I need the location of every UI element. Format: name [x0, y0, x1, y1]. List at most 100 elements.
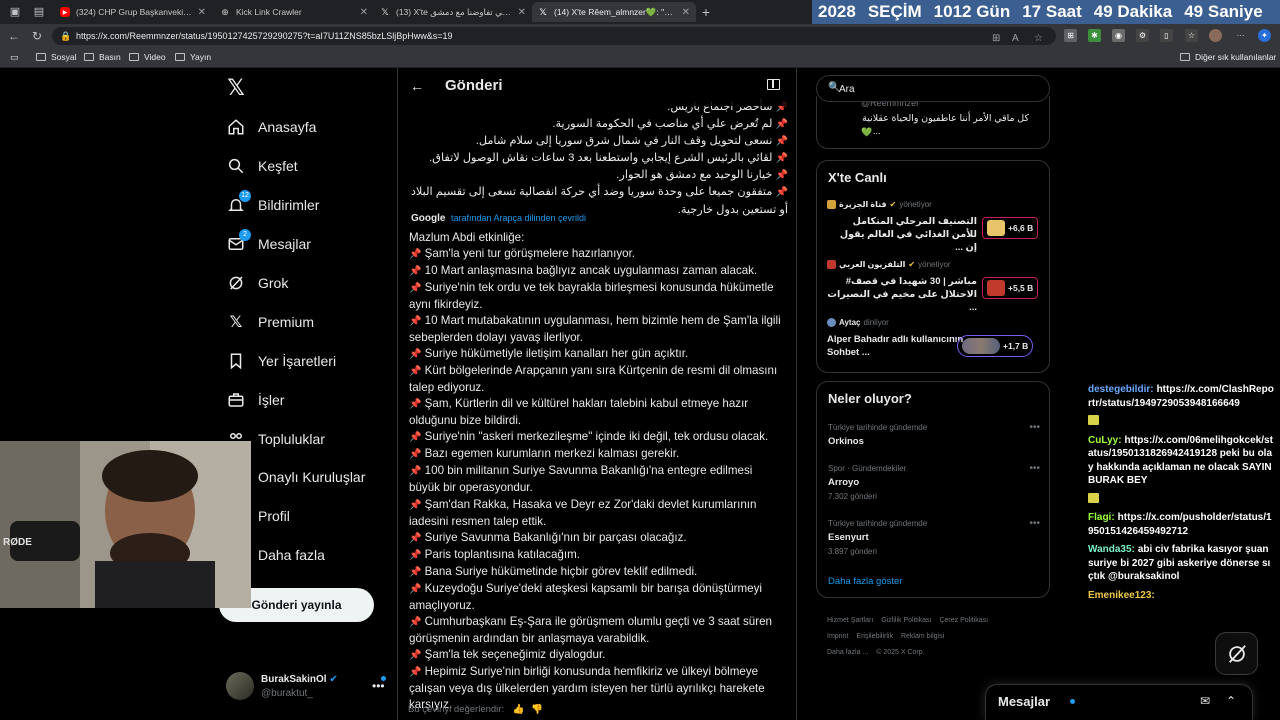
countdown-year: 2028 — [818, 2, 856, 21]
footer-link[interactable]: Daha fazla ... — [827, 649, 868, 656]
pin-icon: 📌 — [409, 616, 422, 628]
grok-button[interactable] — [1215, 632, 1258, 675]
home-icon — [226, 117, 246, 137]
tab-actions-icon[interactable]: ▤ — [32, 5, 46, 19]
footer-link[interactable]: Çerez Politikası — [939, 617, 988, 624]
live-space-item[interactable]: Aytaç dinliyor Alper Bahadır adlı kullanı… — [827, 318, 1041, 372]
menu-icon[interactable]: ⋯ — [1234, 29, 1247, 42]
x-logo-icon[interactable]: 𝕏 — [225, 77, 247, 99]
search-box[interactable]: 🔍 — [816, 75, 1050, 102]
footer-link[interactable]: Gizlilik Politikası — [881, 617, 931, 624]
close-icon[interactable]: ✕ — [360, 7, 368, 18]
live-space-item[interactable]: التلفزيون العربي ✔ yönetiyor مباشر | 30 شه… — [827, 260, 1041, 314]
listener-count-text: +5,5 B — [1008, 283, 1034, 293]
live-space-item[interactable]: قناة الجزيرة ✔ yönetiyor التصنيف المرحلي ا… — [827, 200, 1041, 254]
arabic-line: 📌 لقائي بالرئيس الشرع إيجابي واستطعنا بع… — [406, 150, 788, 167]
account-switcher[interactable]: BurakSakinOl ✔ @buraktut_ ••• — [226, 672, 388, 702]
refresh-icon[interactable]: ↻ — [30, 29, 44, 43]
translation-line: 📌 Paris toplantısına katılacağım. — [409, 547, 580, 561]
folder-icon — [36, 53, 46, 61]
favorites-icon[interactable]: ☆ — [1185, 29, 1198, 42]
messages-drawer[interactable]: Mesajlar ✉ ⌃ — [985, 684, 1253, 720]
reader-mode-icon[interactable] — [767, 79, 780, 90]
bookmark-label: Diğer sık kullanılanlar — [1195, 52, 1277, 62]
pin-icon: 📌 — [775, 119, 788, 131]
pin-icon: 📌 — [409, 549, 422, 561]
live-on-x-card: X'te Canlı قناة الجزيرة ✔ yönetiyor التصني… — [816, 160, 1050, 373]
trend-name: Arroyo — [828, 477, 860, 488]
bookmark-folder[interactable]: Yayın — [175, 52, 211, 62]
new-tab-icon[interactable]: + — [699, 5, 713, 19]
translation-line: 📌 Suriye'nin "askeri merkezileşme" içind… — [409, 430, 769, 444]
app-icon[interactable]: ⊞ — [992, 30, 1000, 45]
close-icon[interactable]: ✕ — [198, 7, 206, 18]
translation-line: olduğunu bize bildirdi. — [409, 414, 522, 428]
bookmark-folder[interactable]: Sosyal — [36, 52, 77, 62]
translation-line: amaçlıyoruz. — [409, 598, 475, 612]
x-icon: 𝕏 — [381, 6, 389, 17]
translation-source-link[interactable]: tarafından Arapça dilinden çevrildi — [451, 213, 586, 223]
footer-link[interactable]: Imprint — [827, 633, 848, 640]
url-field[interactable]: 🔒 https://x.com/Reemmnzer/status/1950127… — [52, 27, 1056, 45]
source-name: قناة الجزيرة — [839, 200, 887, 209]
expand-icon[interactable]: ⌃ — [1226, 694, 1236, 708]
footer-links: Hizmet Şartları Gizlilik Politikası Çerez … — [827, 613, 1042, 661]
search-input[interactable] — [839, 81, 1039, 97]
back-arrow-icon[interactable]: ← — [410, 78, 424, 94]
url-text: https://x.com/Reemmnzer/status/195012742… — [76, 31, 453, 41]
nav-jobs[interactable]: İşler — [226, 387, 284, 413]
nav-grok[interactable]: Grok — [226, 270, 288, 296]
bookmark-folder[interactable]: Video — [129, 52, 166, 62]
thumbs-up-icon[interactable]: 👍 — [513, 704, 525, 715]
workspaces-icon[interactable]: ▣ — [8, 5, 22, 19]
footer-link[interactable]: Hizmet Şartları — [827, 617, 873, 624]
nav-messages[interactable]: 2 Mesajlar — [226, 229, 311, 257]
tab-3-active[interactable]: 𝕏 (14) X'te Rêem_almnzer💚: "جولة" ✕ — [532, 2, 696, 22]
close-icon[interactable]: ✕ — [682, 7, 690, 18]
chat-message: Wanda35: abi civ fabrika kasıyor şuan sur… — [1088, 543, 1274, 584]
nav-label: Premium — [258, 314, 315, 330]
extension-icon[interactable]: ◉ — [1112, 29, 1125, 42]
read-aloud-icon[interactable]: A — [1012, 30, 1019, 45]
trend-item[interactable]: Türkiye tarihinde gündemde Esenyurt 3.89… — [828, 518, 1040, 556]
folder-icon — [1180, 53, 1190, 61]
copilot-icon[interactable]: ✦ — [1258, 29, 1271, 42]
tab-1[interactable]: ⊕ Kick Link Crawler ✕ — [214, 2, 374, 22]
more-icon[interactable]: ••• — [1029, 518, 1040, 529]
source-role: dinliyor — [863, 318, 889, 327]
close-icon[interactable]: ✕ — [518, 7, 526, 18]
reading-list-icon[interactable]: ▭ — [10, 52, 19, 63]
nav-label: Topluluklar — [258, 431, 325, 447]
extension-icon[interactable]: ✱ — [1088, 29, 1101, 42]
other-bookmarks[interactable]: Diğer sık kullanılanlar — [1180, 52, 1276, 62]
trend-item[interactable]: Türkiye tarihinde gündemde Orkinos ••• — [828, 422, 1040, 447]
nav-home[interactable]: Anasayfa — [226, 114, 316, 140]
bookmark-folder[interactable]: Basın — [84, 52, 121, 62]
nav-bookmarks[interactable]: Yer İşaretleri — [226, 348, 336, 374]
pin-icon: 📌 — [409, 649, 422, 661]
more-icon[interactable]: ••• — [372, 679, 385, 693]
nav-explore[interactable]: Keşfet — [226, 153, 298, 179]
footer-link[interactable]: Erişilebilirlik — [856, 633, 893, 640]
extension-icon[interactable]: ⚙ — [1136, 29, 1149, 42]
space-thumbnail — [987, 220, 1005, 236]
tab-0[interactable]: ▶ (324) CHP Grup Başkanvekili Ali Mahir … — [54, 2, 212, 22]
profile-avatar[interactable] — [1209, 29, 1222, 42]
star-icon[interactable]: ☆ — [1034, 30, 1043, 45]
show-more-link[interactable]: Daha fazla göster — [828, 576, 902, 587]
chat-message: Flagi: https://x.com/pusholder/status/195… — [1088, 511, 1274, 538]
more-icon[interactable]: ••• — [1029, 422, 1040, 433]
footer-link[interactable]: Reklam bilgisi — [901, 633, 944, 640]
nav-notifications[interactable]: 12 Bildirimler — [226, 190, 319, 218]
nav-premium[interactable]: 𝕏 Premium — [226, 309, 314, 335]
thumbs-down-icon[interactable]: 👎 — [531, 704, 543, 715]
back-icon[interactable]: ← — [7, 29, 21, 43]
tab-2[interactable]: 𝕏 (13) X'te علي بط: "في تفاوضنا مع دمشق"… — [374, 2, 532, 22]
more-icon[interactable]: ••• — [1029, 463, 1040, 474]
split-screen-icon[interactable]: ▯ — [1160, 29, 1173, 42]
trend-item[interactable]: Spor · Gündemdekiler Arroyo 7.302 gönder… — [828, 463, 1040, 501]
new-message-icon[interactable]: ✉ — [1200, 694, 1210, 708]
extension-icon[interactable]: ⊞ — [1064, 29, 1077, 42]
arabic-line-text: خيارنا الوحيد مع دمشق هو الحوار. — [616, 169, 773, 182]
translation-line: çalışan veya dış ülkelerden yardım istey… — [409, 681, 765, 695]
